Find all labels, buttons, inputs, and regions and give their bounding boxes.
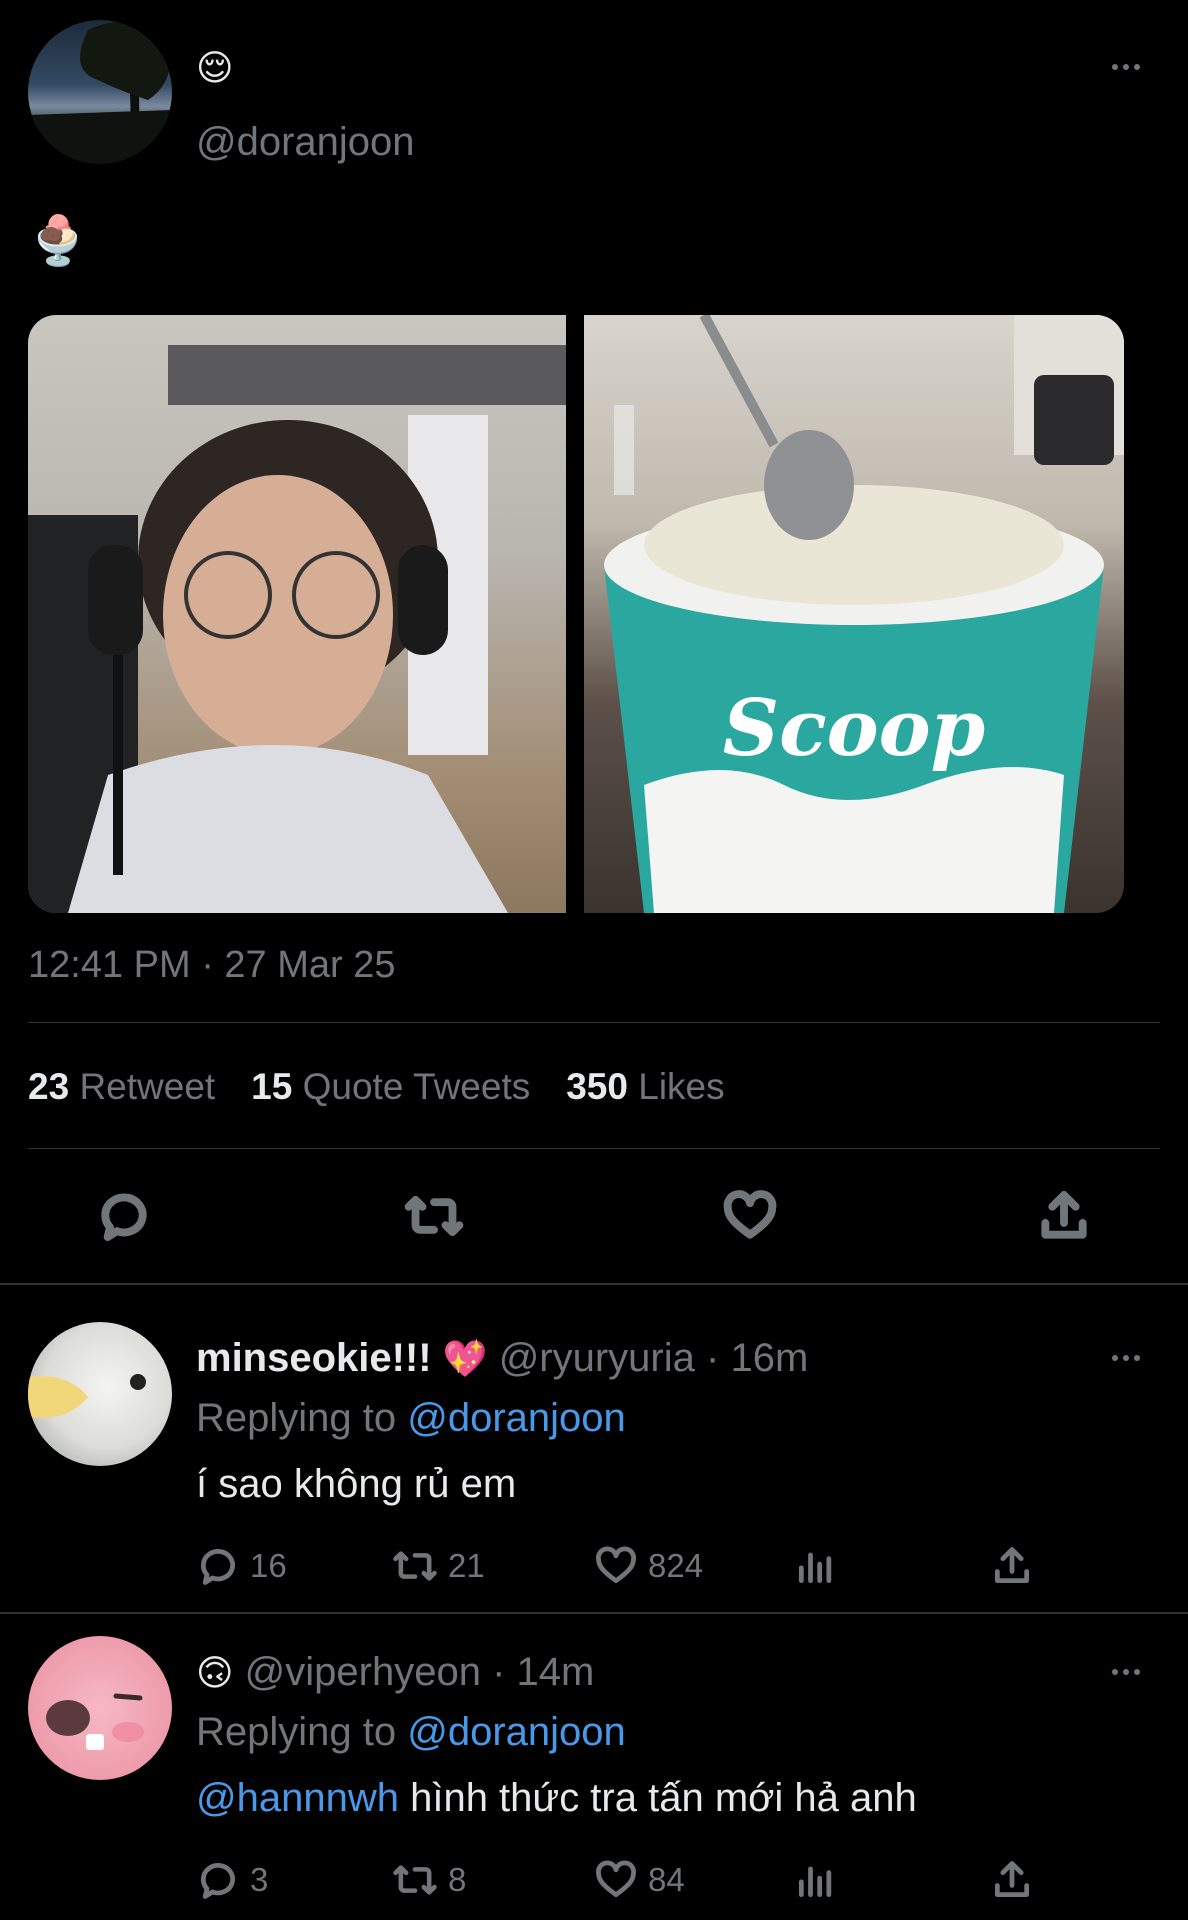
reply-display-name[interactable]: minseokie!!!: [196, 1336, 432, 1380]
like-button[interactable]: [722, 1188, 778, 1249]
retweet-icon: [393, 1551, 437, 1581]
reply-icon: [101, 1193, 147, 1241]
retweet-icon: [393, 1865, 437, 1895]
retweet-button[interactable]: [404, 1188, 464, 1249]
retweet-stat[interactable]: 23 Retweet: [28, 1066, 215, 1108]
reply-icon: [200, 1549, 236, 1585]
replying-to-handle[interactable]: @doranjoon: [407, 1396, 626, 1440]
section-divider: [0, 1283, 1188, 1285]
engagement-stats: 23 Retweet 15 Quote Tweets 350 Likes: [28, 1066, 725, 1108]
reply-avatar[interactable]: [28, 1322, 172, 1466]
duck-plush-icon: [28, 1374, 146, 1418]
analytics-icon: [798, 1866, 832, 1898]
likes-stat[interactable]: 350 Likes: [566, 1066, 724, 1108]
replying-to: Replying to @doranjoon: [196, 1396, 626, 1440]
author-name-emoji: 😌: [196, 47, 234, 88]
reply-avatar[interactable]: [28, 1636, 172, 1780]
reply-text: í sao không rủ em: [196, 1462, 517, 1506]
share-button[interactable]: [990, 1544, 1034, 1588]
reply-count-button[interactable]: 16: [196, 1544, 287, 1588]
analytics-button[interactable]: [794, 1544, 838, 1588]
more-options-icon[interactable]: [1112, 1355, 1140, 1361]
reply-handle[interactable]: @ryuryuria: [499, 1336, 695, 1380]
reply-icon: [200, 1863, 236, 1899]
photo-selfie[interactable]: [28, 315, 568, 913]
reply-count-button[interactable]: 3: [196, 1858, 268, 1902]
author-handle[interactable]: @doranjoon: [196, 120, 415, 165]
share-button[interactable]: [1036, 1188, 1092, 1249]
reply-header: minseokie!!! 💖 @ryuryuria · 16m: [196, 1336, 808, 1381]
analytics-icon: [798, 1552, 832, 1584]
analytics-button[interactable]: [794, 1858, 838, 1902]
mention-link[interactable]: @hannnwh: [196, 1776, 399, 1820]
like-count-button[interactable]: 824: [594, 1544, 703, 1588]
quote-tweets-stat[interactable]: 15 Quote Tweets: [251, 1066, 530, 1108]
share-icon: [1041, 1191, 1087, 1239]
replying-to: Replying to @doranjoon: [196, 1710, 626, 1754]
heart-icon: [596, 1860, 636, 1898]
divider: [28, 1022, 1160, 1023]
tree-silhouette-icon: [28, 20, 172, 164]
divider: [28, 1148, 1160, 1149]
more-options-icon[interactable]: [1112, 64, 1140, 70]
reply-header: 🙃 @viperhyeon · 14m: [196, 1650, 594, 1695]
share-button[interactable]: [990, 1858, 1034, 1902]
photo-ice-cream[interactable]: Scoop: [584, 315, 1124, 913]
reply-name-emoji: 🙃: [196, 1652, 234, 1693]
author-avatar[interactable]: [28, 20, 172, 164]
reply-name-emoji: 💖: [442, 1338, 488, 1379]
retweet-count-button[interactable]: 8: [392, 1858, 466, 1902]
heart-icon: [596, 1546, 636, 1584]
heart-icon: [723, 1190, 777, 1239]
reply-handle[interactable]: @viperhyeon: [245, 1650, 481, 1694]
more-options-icon[interactable]: [1112, 1669, 1140, 1675]
media-grid: Scoop: [28, 315, 1124, 913]
retweet-count-button[interactable]: 21: [392, 1544, 485, 1588]
tweet-timestamp[interactable]: 12:41 PM · 27 Mar 25: [28, 944, 396, 987]
reply-button[interactable]: [96, 1188, 152, 1249]
share-icon: [994, 1547, 1030, 1584]
share-icon: [994, 1861, 1030, 1898]
reply-time[interactable]: · 16m: [706, 1336, 808, 1380]
section-divider: [0, 1612, 1188, 1614]
cup-brand-text: Scoop: [723, 683, 985, 774]
replying-to-handle[interactable]: @doranjoon: [407, 1710, 626, 1754]
beaver-plush-icon: [46, 1693, 144, 1750]
tweet-body-emoji: 🍨: [28, 215, 88, 268]
reply-text: @hannnwh hình thức tra tấn mới hả anh: [196, 1776, 917, 1820]
reply-time[interactable]: · 14m: [492, 1650, 594, 1694]
retweet-icon: [404, 1195, 464, 1237]
like-count-button[interactable]: 84: [594, 1858, 685, 1902]
